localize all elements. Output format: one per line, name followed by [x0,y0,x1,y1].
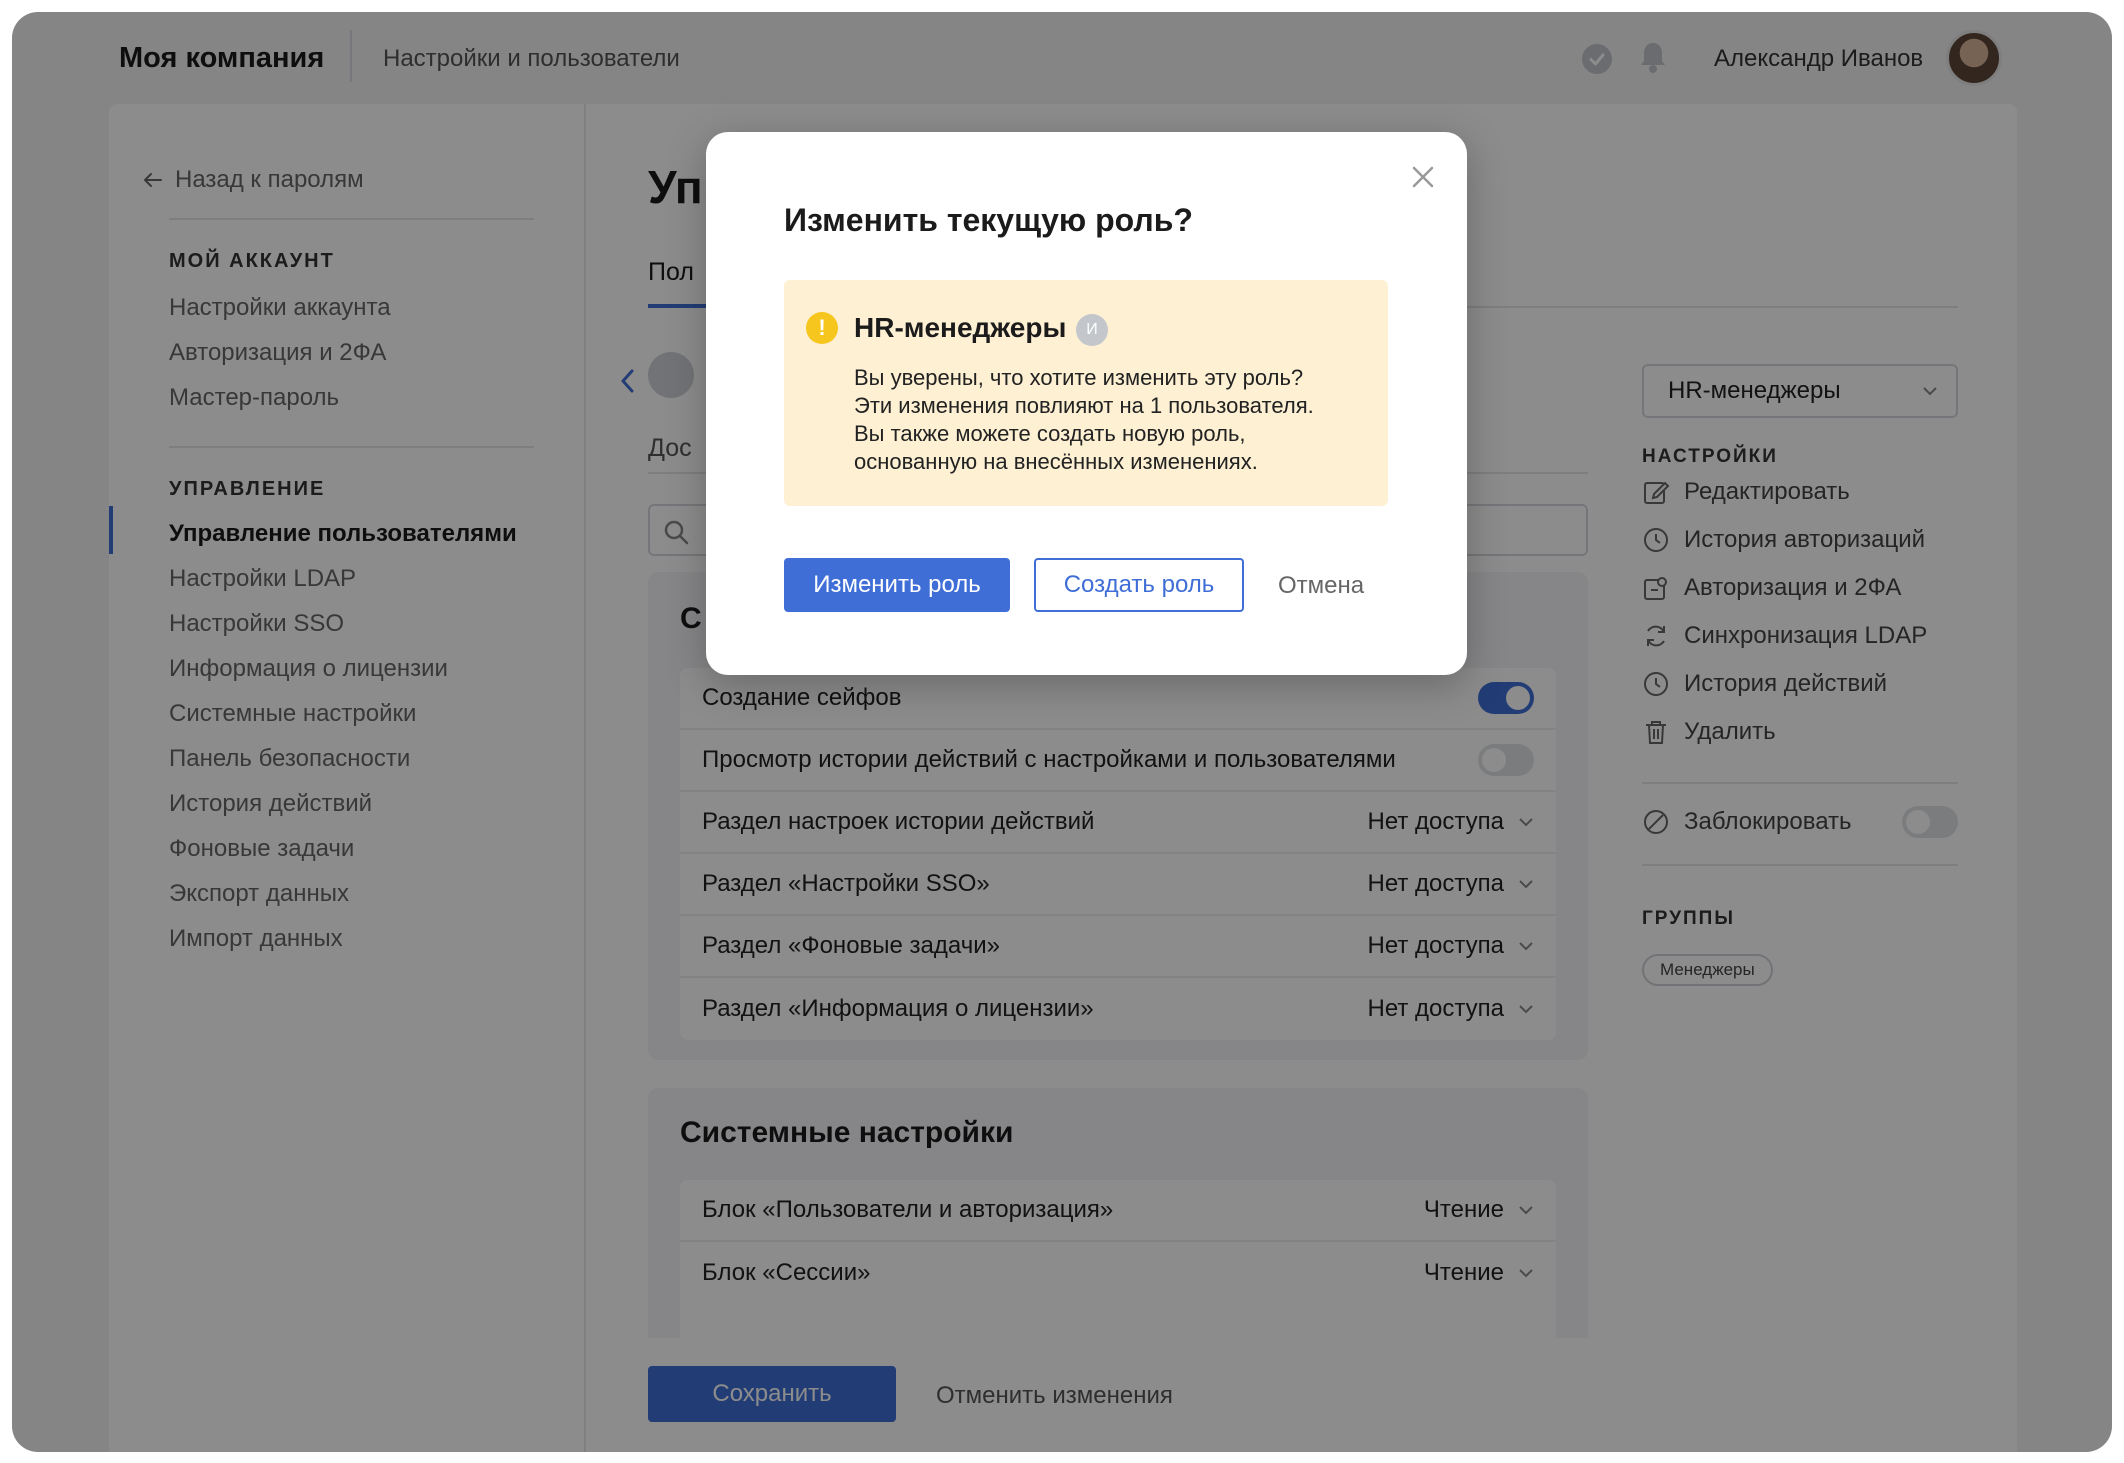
info-badge[interactable]: И [1076,314,1108,346]
confirm-dialog: Изменить текущую роль? ! HR-менеджеры И … [706,132,1467,675]
close-icon[interactable] [1408,162,1438,192]
warning-line: основанную на внесённых изменениях. [854,449,1258,474]
warning-title: HR-менеджеры [854,312,1067,343]
cancel-button[interactable]: Отмена [1278,572,1364,600]
app-window: Моя компания Настройки и пользователи Ал… [12,12,2112,1452]
dialog-title: Изменить текущую роль? [784,202,1193,238]
warning-line: Вы также можете создать новую роль, [854,421,1246,446]
warning-icon: ! [806,312,838,344]
warning-line: Вы уверены, что хотите изменить эту роль… [854,365,1304,390]
create-role-button[interactable]: Создать роль [1034,558,1244,612]
warning-text: Вы уверены, что хотите изменить эту роль… [854,364,1314,476]
warning-line: Эти изменения повлияют на 1 пользователя… [854,393,1314,418]
change-role-button[interactable]: Изменить роль [784,558,1010,612]
warning-box: ! HR-менеджеры И Вы уверены, что хотите … [784,280,1388,506]
